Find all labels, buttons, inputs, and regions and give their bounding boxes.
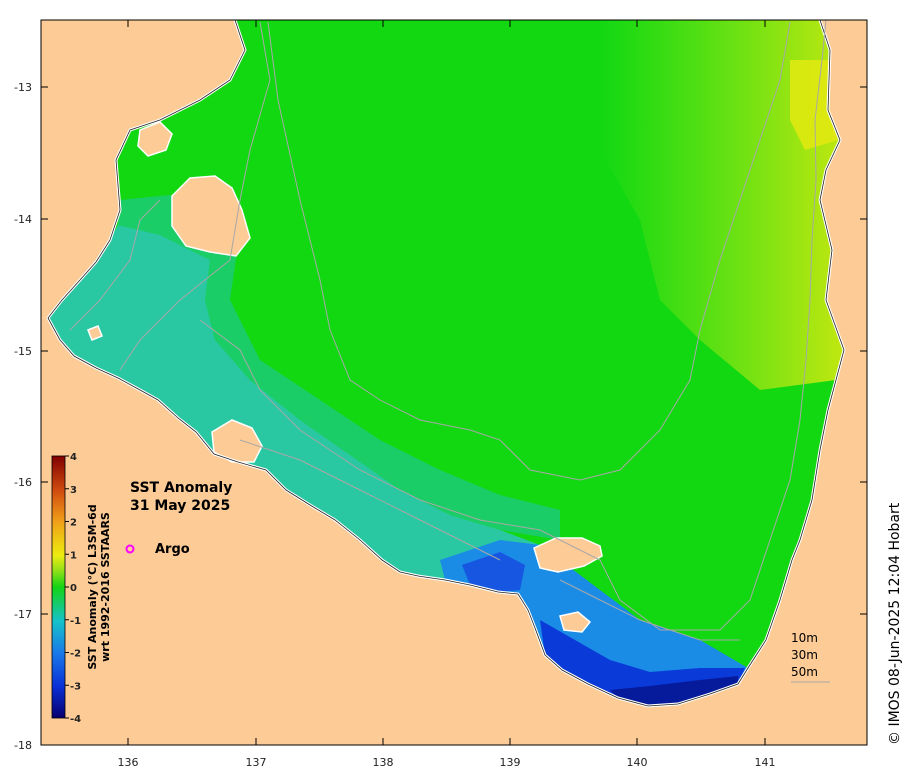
y-tick-minus13: -13 (14, 81, 32, 94)
colorbar-tick-1: 1 (70, 550, 77, 561)
x-tick-138: 138 (373, 756, 394, 769)
depth-label-30m: 30m (791, 648, 818, 662)
colorbar-subtitle: wrt 1992-2016 SSTAARS (99, 512, 112, 662)
depth-label-50m: 50m (791, 665, 818, 679)
colorbar-tick-2: 2 (70, 518, 77, 529)
depth-label-10m: 10m (791, 631, 818, 645)
credit-text: © IMOS 08-Jun-2025 12:04 Hobart (887, 502, 903, 745)
x-tick-139: 139 (500, 756, 521, 769)
sst-anomaly-map: 136 137 138 139 140 141 -13 -14 -15 -16 … (14, 19, 903, 769)
argo-label: Argo (155, 542, 190, 557)
y-tick-minus15: -15 (14, 345, 32, 358)
colorbar-tick-0: 0 (70, 583, 77, 594)
y-tick-minus18: -18 (14, 739, 32, 752)
colorbar-ramp (51, 455, 66, 719)
x-tick-137: 137 (246, 756, 267, 769)
colorbar-title: SST Anomaly (°C) L3SM-6d (86, 504, 99, 669)
map-title: SST Anomaly (130, 480, 232, 496)
y-tick-minus17: -17 (14, 608, 32, 621)
y-tick-minus16: -16 (14, 476, 32, 489)
x-tick-140: 140 (627, 756, 648, 769)
colorbar-tick-4: 4 (70, 452, 77, 463)
colorbar-tick-minus3: -3 (70, 681, 81, 692)
colorbar-tick-minus1: -1 (70, 616, 81, 627)
y-tick-minus14: -14 (14, 213, 32, 226)
colorbar-tick-minus2: -2 (70, 649, 81, 660)
x-tick-141: 141 (755, 756, 776, 769)
colorbar-tick-minus4: -4 (70, 714, 81, 725)
map-date: 31 May 2025 (130, 498, 230, 514)
x-tick-136: 136 (118, 756, 139, 769)
colorbar-tick-3: 3 (70, 485, 77, 496)
